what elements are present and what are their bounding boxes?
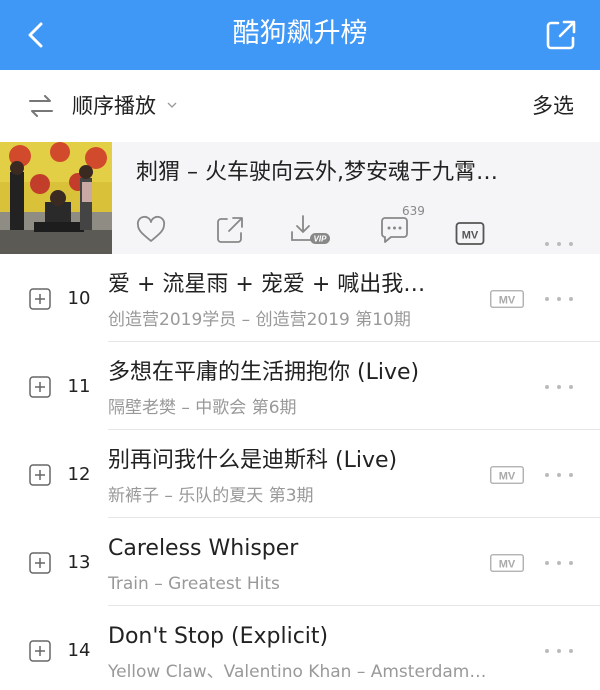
more-icon[interactable] bbox=[544, 560, 574, 566]
song-row[interactable]: 12 别再问我什么是迪斯科 (Live) 新裤子 – 乐队的夏天 第3期 MV bbox=[0, 430, 600, 518]
song-row[interactable]: 14 Don't Stop (Explicit) Yellow Claw、Val… bbox=[0, 606, 600, 690]
song-rank: 14 bbox=[67, 640, 91, 661]
song-title: 多想在平庸的生活拥抱你 (Live) bbox=[108, 360, 420, 385]
more-icon[interactable] bbox=[544, 648, 574, 654]
share-icon[interactable] bbox=[215, 212, 245, 248]
add-to-playlist-icon[interactable] bbox=[29, 376, 51, 398]
song-row[interactable]: 13 Careless Whisper Train – Greatest Hit… bbox=[0, 518, 600, 606]
share-icon[interactable] bbox=[544, 18, 578, 52]
add-to-playlist-icon[interactable] bbox=[29, 552, 51, 574]
mv-badge-icon[interactable]: MV bbox=[490, 554, 524, 572]
page-title: 酷狗飙升榜 bbox=[232, 18, 368, 49]
mv-badge-icon[interactable]: MV bbox=[490, 290, 524, 308]
song-title: 爱 + 流星雨 + 宠爱 + 喊出我… bbox=[108, 272, 426, 297]
svg-text:MV: MV bbox=[499, 471, 516, 483]
mv-icon[interactable]: MV bbox=[455, 216, 485, 252]
song-subtitle: Yellow Claw、Valentino Khan – Amsterdam… bbox=[108, 662, 487, 682]
song-title: Careless Whisper bbox=[108, 536, 299, 561]
multi-select-button[interactable]: 多选 bbox=[532, 90, 574, 122]
add-to-playlist-icon[interactable] bbox=[29, 288, 51, 310]
song-subtitle: 隔壁老樊 – 中歌会 第6期 bbox=[108, 398, 297, 418]
now-playing-card[interactable]: 刺猬 – 火车驶向云外,梦安魂于九霄… VIP 639 MV bbox=[0, 142, 600, 254]
now-playing-actions: VIP 639 MV bbox=[112, 204, 600, 252]
mv-badge-icon[interactable]: MV bbox=[490, 466, 524, 484]
more-icon[interactable] bbox=[544, 472, 574, 478]
song-rank: 13 bbox=[67, 552, 91, 573]
list-toolbar: 顺序播放 多选 bbox=[0, 70, 600, 142]
song-subtitle: 新裤子 – 乐队的夏天 第3期 bbox=[108, 486, 314, 506]
song-subtitle: Train – Greatest Hits bbox=[108, 574, 280, 594]
svg-text:MV: MV bbox=[499, 295, 516, 307]
caret-down-icon[interactable] bbox=[167, 101, 177, 109]
song-rank: 12 bbox=[67, 464, 91, 485]
song-subtitle: 创造营2019学员 – 创造营2019 第10期 bbox=[108, 310, 411, 330]
song-row[interactable]: 11 多想在平庸的生活拥抱你 (Live) 隔壁老樊 – 中歌会 第6期 bbox=[0, 342, 600, 430]
svg-text:MV: MV bbox=[499, 559, 516, 571]
svg-text:VIP: VIP bbox=[314, 235, 328, 244]
more-icon[interactable] bbox=[544, 384, 574, 390]
sequence-play-icon[interactable] bbox=[28, 95, 54, 117]
play-mode-label[interactable]: 顺序播放 bbox=[72, 90, 156, 122]
song-title: 别再问我什么是迪斯科 (Live) bbox=[108, 448, 398, 473]
song-title: Don't Stop (Explicit) bbox=[108, 624, 329, 649]
song-row[interactable]: 10 爱 + 流星雨 + 宠爱 + 喊出我… 创造营2019学员 – 创造营20… bbox=[0, 254, 600, 342]
album-cover-image[interactable] bbox=[0, 142, 112, 254]
add-to-playlist-icon[interactable] bbox=[29, 640, 51, 662]
more-icon[interactable] bbox=[544, 296, 574, 302]
download-vip-icon[interactable]: VIP bbox=[290, 212, 332, 248]
comment-count: 639 bbox=[402, 204, 425, 218]
add-to-playlist-icon[interactable] bbox=[29, 464, 51, 486]
svg-text:MV: MV bbox=[462, 230, 479, 242]
heart-icon[interactable] bbox=[136, 212, 166, 248]
now-playing-title: 刺猬 – 火车驶向云外,梦安魂于九霄… bbox=[136, 160, 498, 185]
top-bar: 酷狗飙升榜 bbox=[0, 0, 600, 70]
song-rank: 11 bbox=[67, 376, 91, 397]
song-rank: 10 bbox=[67, 288, 91, 309]
